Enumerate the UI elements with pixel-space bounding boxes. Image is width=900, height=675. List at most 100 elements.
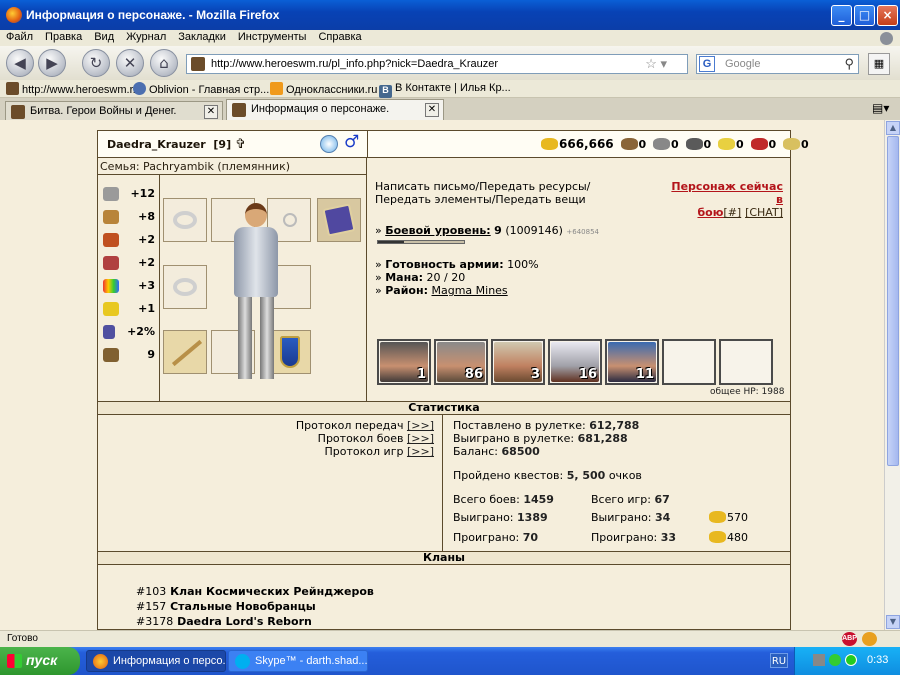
army-unit-3[interactable]: 3 [491,339,545,385]
spellbook-slot[interactable] [317,198,361,242]
skype-tray-icon[interactable] [845,654,857,666]
ore-icon [653,138,670,150]
tab-list-icon[interactable]: ▤▾ [872,101,889,115]
district-link[interactable]: Magma Mines [431,284,507,297]
google-icon[interactable]: G [699,56,715,72]
transfer-protocol: Протокол передач [>>] [295,419,434,432]
address-bar[interactable]: http://www.heroeswm.ru/pl_info.php?nick=… [186,54,688,74]
quests: Пройдено квестов: 5, 500 очков [453,469,642,482]
game-protocol-link[interactable]: [>>] [407,445,434,458]
combat-level-label[interactable]: Боевой уровень: [385,224,490,237]
battles-lost: Проиграно: 70 [453,531,539,544]
menu-tools[interactable]: Инструменты [232,30,313,44]
district: » Район: Magma Mines [375,284,508,297]
menu-history[interactable]: Журнал [120,30,172,44]
bookmark-vkontakte[interactable]: BВ Контакте | Илья Кр... [379,82,511,98]
bookmark-oblivion[interactable]: Oblivion - Главная стр... [133,82,269,96]
search-magnifier-icon[interactable]: ⚲ [844,56,854,72]
ring-slot-1[interactable] [163,198,207,242]
clan-item[interactable]: #3178 Daedra Lord's Reborn [136,615,312,628]
battle-status-link[interactable]: Персонаж сейчас в [665,180,783,206]
character-name[interactable]: Daedra_Krauzer [9] ✞ [107,137,246,152]
battles-won: Выиграно: 1389 [453,511,548,524]
menu-file[interactable]: Файл [0,30,39,44]
sulfur-icon [718,138,735,150]
header-divider [367,131,368,157]
battle-hash-link[interactable]: [#] [723,206,741,219]
roulette-won: Выиграно в рулетке: 681,288 [453,432,628,445]
maximize-button[interactable]: □ [854,5,875,26]
equipment-area [160,175,367,401]
scrollbar-thumb[interactable] [887,136,899,466]
bookmark-odnoklassniki[interactable]: Одноклассники.ru [270,82,377,96]
firefox-icon [6,7,22,23]
army-unit-1[interactable]: 1 [377,339,431,385]
clock[interactable]: 0:33 [867,654,888,666]
battle-protocol-link[interactable]: [>>] [407,432,434,445]
army-unit-empty-1 [662,339,716,385]
tab-close-icon[interactable]: ✕ [425,103,439,117]
army-unit-4[interactable]: 16 [548,339,602,385]
spellbook-icon [322,203,356,237]
online-status: Персонаж сейчас в бою[#] [CHAT] [665,180,783,219]
send-actions-link[interactable]: Написать письмо/Передать ресурсы/Передат… [375,180,645,206]
battle-link[interactable]: бою [697,206,723,219]
taskbar-skype[interactable]: Skype™ - darth.shad... [228,650,368,672]
clan-item[interactable]: #103 Клан Космических Рейнджеров [136,585,374,598]
game-protocol: Протокол игр [>>] [324,445,434,458]
language-indicator[interactable]: RU [770,653,788,668]
vkontakte-icon: B [379,85,392,98]
clan-item[interactable]: #157 Стальные Новобранцы [136,600,316,613]
clans-section-header: Кланы [98,551,790,565]
tab-close-icon[interactable]: ✕ [204,105,218,119]
menu-view[interactable]: Вид [88,30,120,44]
tab-battle[interactable]: Битва. Герои Войны и Денег. ✕ [5,101,223,120]
grid-menu-icon[interactable]: ▦ [868,53,890,75]
greasemonkey-icon[interactable] [862,632,877,646]
army-unit-5[interactable]: 11 [605,339,659,385]
tray-app-icon[interactable] [829,654,841,666]
stop-button[interactable]: ✕ [116,49,144,77]
shield-icon [103,210,119,224]
bookmark-star-icon[interactable]: ☆ ▾ [645,56,667,72]
ring-slot-2[interactable] [163,265,207,309]
throbber-icon [880,32,893,45]
hero-figure [228,203,284,381]
army-readiness: » Готовность армии: 100% [375,258,539,271]
army-unit-2[interactable]: 86 [434,339,488,385]
experience-bar-fill [378,241,404,243]
start-button[interactable]: пуск [0,647,80,675]
chat-link[interactable]: [CHAT] [745,206,783,219]
adblock-icon[interactable]: ABP [842,632,857,646]
scroll-down-icon[interactable]: ▼ [886,615,900,629]
close-button[interactable]: × [877,5,898,26]
stat-weight: 9 [103,346,159,364]
system-tray: 0:33 [794,647,900,675]
home-button[interactable]: ⌂ [150,49,178,77]
character-panel: Daedra_Krauzer [9] ✞ ♂ 666,666 0 0 0 0 0… [97,130,809,630]
transfer-protocol-link[interactable]: [>>] [407,419,434,432]
address-url: http://www.heroeswm.ru/pl_info.php?nick=… [211,58,499,70]
scales-icon [103,348,119,362]
reload-button[interactable]: ↻ [82,49,110,77]
stat-column: +12 +8 +2 +2 +3 +1 +2% 9 [98,175,160,401]
scroll-up-icon[interactable]: ▲ [886,121,900,135]
bookmark-heroeswm[interactable]: http://www.heroeswm.r... [6,82,142,96]
ring-icon [173,211,197,229]
menu-edit[interactable]: Правка [39,30,88,44]
tab-character-info[interactable]: Информация о персонаже. ✕ [226,99,444,120]
gems-icon [783,138,800,150]
forward-button[interactable]: ▶ [38,49,66,77]
tab-favicon [232,103,246,117]
menu-bookmarks[interactable]: Закладки [172,30,232,44]
games-total: Всего игр: 67 [591,493,670,506]
network-icon[interactable] [813,654,825,666]
stat-luck: +3 [103,277,159,295]
weapon-slot[interactable] [163,330,207,374]
menu-help[interactable]: Справка [312,30,367,44]
search-input[interactable]: G Google ⚲ [696,54,859,74]
minimize-button[interactable]: _ [831,5,852,26]
taskbar-firefox[interactable]: Информация о персо... [86,650,226,672]
vertical-scrollbar[interactable]: ▲ ▼ [884,120,900,630]
back-button[interactable]: ◀ [6,49,34,77]
